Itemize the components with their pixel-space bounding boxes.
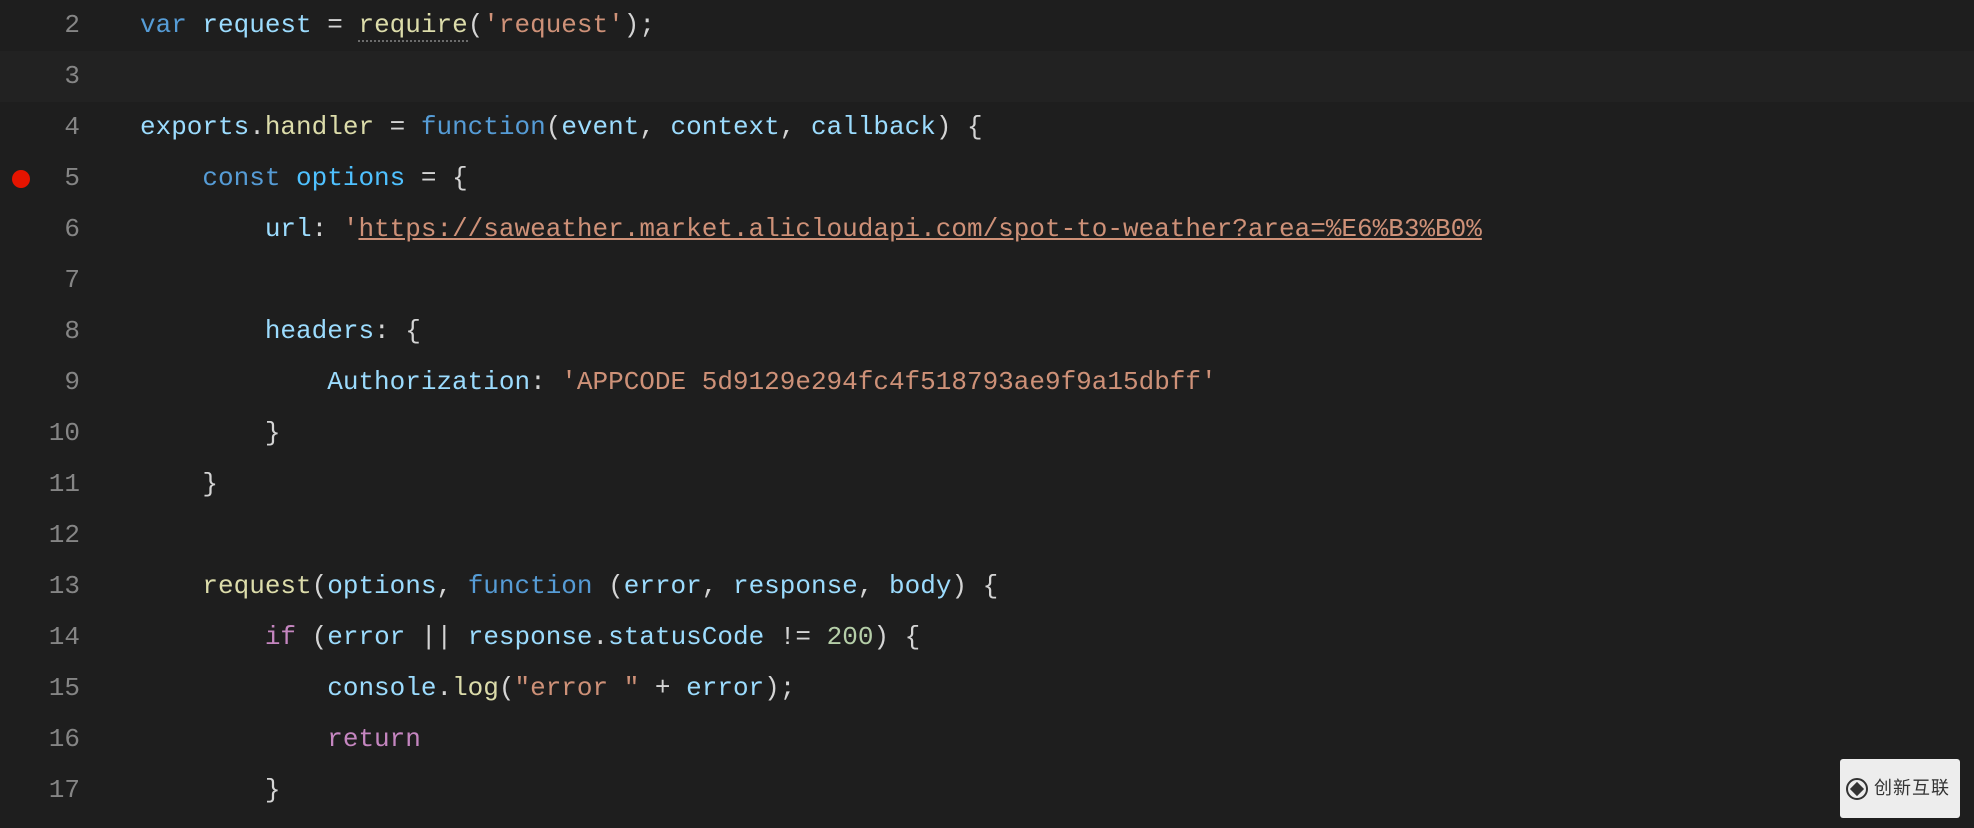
code-editor[interactable]: 2 var request = require('request'); 3 4 … xyxy=(0,0,1974,828)
line-number[interactable]: 12 xyxy=(0,510,100,561)
line-number[interactable]: 3 xyxy=(0,51,100,102)
code-content[interactable]: } xyxy=(100,459,1974,510)
watermark-text: 创新互联 xyxy=(1874,778,1950,798)
code-content[interactable]: const options = { xyxy=(100,153,1974,204)
code-content[interactable]: var request = require('request'); xyxy=(100,0,1974,51)
line-number[interactable]: 10 xyxy=(0,408,100,459)
code-line[interactable]: 12 xyxy=(0,510,1974,561)
code-line[interactable]: 6 url: 'https://saweather.market.aliclou… xyxy=(0,204,1974,255)
code-content[interactable]: return xyxy=(100,714,1974,765)
code-line[interactable]: 8 headers: { xyxy=(0,306,1974,357)
line-number[interactable]: 2 xyxy=(0,0,100,51)
breakpoint-icon[interactable] xyxy=(12,170,30,188)
watermark-logo-icon xyxy=(1846,778,1868,800)
line-number[interactable]: 16 xyxy=(0,714,100,765)
line-number[interactable]: 5 xyxy=(0,153,100,204)
code-content[interactable]: console.log("error " + error); xyxy=(100,663,1974,714)
line-number[interactable]: 14 xyxy=(0,612,100,663)
watermark-badge: 创新互联 xyxy=(1840,759,1960,818)
code-line[interactable]: 4 exports.handler = function(event, cont… xyxy=(0,102,1974,153)
code-content[interactable]: Authorization: 'APPCODE 5d9129e294fc4f51… xyxy=(100,357,1974,408)
code-content[interactable]: url: 'https://saweather.market.aliclouda… xyxy=(100,204,1974,255)
line-number[interactable]: 4 xyxy=(0,102,100,153)
url-link[interactable]: https://saweather.market.alicloudapi.com… xyxy=(358,214,1481,244)
line-number[interactable]: 11 xyxy=(0,459,100,510)
line-number[interactable]: 7 xyxy=(0,255,100,306)
code-content[interactable]: exports.handler = function(event, contex… xyxy=(100,102,1974,153)
code-content[interactable]: headers: { xyxy=(100,306,1974,357)
code-line[interactable]: 14 if (error || response.statusCode != 2… xyxy=(0,612,1974,663)
code-line[interactable]: 13 request(options, function (error, res… xyxy=(0,561,1974,612)
code-line[interactable]: 7 xyxy=(0,255,1974,306)
line-number[interactable]: 13 xyxy=(0,561,100,612)
code-line[interactable]: 10 } xyxy=(0,408,1974,459)
line-number[interactable]: 6 xyxy=(0,204,100,255)
code-line[interactable]: 11 } xyxy=(0,459,1974,510)
line-number[interactable]: 9 xyxy=(0,357,100,408)
code-content[interactable]: if (error || response.statusCode != 200)… xyxy=(100,612,1974,663)
code-line[interactable]: 16 return xyxy=(0,714,1974,765)
code-line[interactable]: 3 xyxy=(0,51,1974,102)
code-line[interactable]: 2 var request = require('request'); xyxy=(0,0,1974,51)
code-content[interactable]: } xyxy=(100,765,1974,816)
code-line[interactable]: 15 console.log("error " + error); xyxy=(0,663,1974,714)
code-line[interactable]: 17 } xyxy=(0,765,1974,816)
line-number[interactable]: 8 xyxy=(0,306,100,357)
code-line[interactable]: 5 const options = { xyxy=(0,153,1974,204)
code-content[interactable]: request(options, function (error, respon… xyxy=(100,561,1974,612)
line-number[interactable]: 17 xyxy=(0,765,100,816)
code-line[interactable]: 9 Authorization: 'APPCODE 5d9129e294fc4f… xyxy=(0,357,1974,408)
code-content[interactable]: } xyxy=(100,408,1974,459)
line-number[interactable]: 15 xyxy=(0,663,100,714)
